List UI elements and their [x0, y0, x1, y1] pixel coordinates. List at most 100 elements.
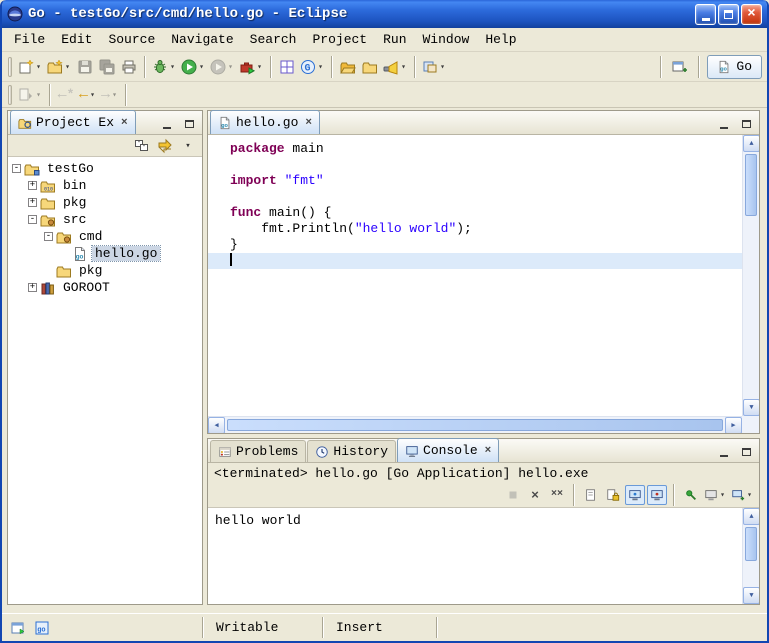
fast-view-icon[interactable]: [10, 620, 26, 636]
collapse-all-button[interactable]: --: [132, 137, 152, 155]
dropdown-icon[interactable]: ▾: [226, 62, 235, 72]
close-tab-icon[interactable]: ×: [305, 117, 312, 129]
tree-row[interactable]: + GOROOT: [8, 279, 202, 296]
editor-horizontal-scrollbar[interactable]: ◀ ▶: [208, 416, 742, 433]
dropdown-icon[interactable]: ▾: [745, 490, 754, 500]
dropdown-icon[interactable]: ▾: [255, 62, 264, 72]
expander-icon[interactable]: -: [28, 215, 37, 224]
tab-history[interactable]: History: [307, 440, 396, 462]
expander-icon[interactable]: +: [28, 198, 37, 207]
dropdown-icon[interactable]: ▾: [110, 90, 119, 100]
tree-row[interactable]: + pkg: [8, 194, 202, 211]
scroll-lock-button[interactable]: [603, 485, 623, 505]
menu-source[interactable]: Source: [100, 29, 163, 50]
debug-button[interactable]: ▾: [150, 55, 179, 79]
remove-all-launches-button[interactable]: ××: [547, 485, 567, 505]
scroll-down-button[interactable]: ▼: [743, 399, 759, 416]
print-button[interactable]: [118, 55, 140, 79]
dropdown-icon[interactable]: ▾: [718, 490, 727, 500]
dropdown-icon[interactable]: ▾: [63, 62, 72, 72]
remove-launch-button[interactable]: ×: [525, 485, 545, 505]
external-tools-button[interactable]: ▾: [237, 55, 266, 79]
tree-row[interactable]: pkg: [8, 262, 202, 279]
show-on-stdout-button[interactable]: [625, 485, 645, 505]
back-button[interactable]: ← ▾: [77, 83, 99, 107]
scroll-down-button[interactable]: ▼: [743, 587, 759, 604]
maximize-view-button[interactable]: [180, 116, 198, 132]
close-tab-icon[interactable]: ×: [485, 445, 492, 457]
search-button[interactable]: ▾: [381, 55, 410, 79]
scrollbar-thumb[interactable]: [745, 154, 757, 216]
menu-file[interactable]: File: [6, 29, 53, 50]
dropdown-icon[interactable]: ▾: [316, 62, 325, 72]
dropdown-icon[interactable]: ▾: [399, 62, 408, 72]
new-wizard-button[interactable]: ▾: [16, 55, 45, 79]
tree-row[interactable]: - testGo: [8, 160, 202, 177]
new-go-project-button[interactable]: [276, 55, 298, 79]
minimize-view-button[interactable]: [158, 116, 176, 132]
scroll-up-button[interactable]: ▲: [743, 135, 759, 152]
menu-project[interactable]: Project: [304, 29, 375, 50]
run-button[interactable]: ▾: [179, 55, 208, 79]
dropdown-icon[interactable]: ▾: [34, 90, 43, 100]
dropdown-icon[interactable]: ▾: [168, 62, 177, 72]
open-perspective-button[interactable]: [669, 55, 691, 79]
tab-project-explorer[interactable]: Project Ex ×: [10, 110, 136, 134]
dropdown-icon[interactable]: ▾: [88, 90, 97, 100]
team-button[interactable]: ▾: [420, 55, 449, 79]
console-output[interactable]: hello world: [208, 508, 759, 534]
last-edit-location-button[interactable]: ←*: [55, 83, 77, 107]
editor-vertical-scrollbar[interactable]: ▲ ▼: [742, 135, 759, 416]
menu-edit[interactable]: Edit: [53, 29, 100, 50]
tree-row[interactable]: + 010 bin: [8, 177, 202, 194]
menu-run[interactable]: Run: [375, 29, 414, 50]
minimize-button[interactable]: [695, 4, 716, 25]
tab-hello-go[interactable]: go hello.go ×: [210, 110, 320, 134]
import-button[interactable]: [337, 55, 359, 79]
titlebar[interactable]: Go - testGo/src/cmd/hello.go - Eclipse ×: [2, 0, 767, 28]
menu-navigate[interactable]: Navigate: [163, 29, 241, 50]
go-perspective-button[interactable]: go Go: [707, 55, 762, 79]
dropdown-icon[interactable]: ▾: [34, 62, 43, 72]
menu-help[interactable]: Help: [477, 29, 524, 50]
terminate-button[interactable]: [503, 485, 523, 505]
menu-search[interactable]: Search: [242, 29, 305, 50]
display-selected-console-button[interactable]: ▾: [703, 485, 728, 505]
toolbar-grip[interactable]: [8, 57, 12, 77]
tab-problems[interactable]: Problems: [210, 440, 306, 462]
save-all-button[interactable]: [96, 55, 118, 79]
console-vertical-scrollbar[interactable]: ▲ ▼: [742, 508, 759, 604]
close-button[interactable]: ×: [741, 4, 762, 25]
expander-icon[interactable]: -: [44, 232, 53, 241]
expander-icon[interactable]: +: [28, 181, 37, 190]
scrollbar-thumb[interactable]: [227, 419, 723, 431]
go-status-icon[interactable]: go: [34, 620, 50, 636]
export-button[interactable]: [359, 55, 381, 79]
open-console-button[interactable]: ▾: [730, 485, 755, 505]
forward-button[interactable]: → ▾: [99, 83, 121, 107]
minimize-view-button[interactable]: [715, 444, 733, 460]
link-with-editor-button[interactable]: [155, 137, 175, 155]
maximize-view-button[interactable]: [737, 444, 755, 460]
tab-console[interactable]: Console ×: [397, 438, 499, 462]
expander-icon[interactable]: +: [28, 283, 37, 292]
next-annotation-button[interactable]: ▾: [16, 83, 45, 107]
code-area[interactable]: package main import "fmt" func main() { …: [208, 135, 742, 416]
close-tab-icon[interactable]: ×: [121, 117, 128, 129]
scrollbar-thumb[interactable]: [745, 527, 757, 561]
tree-row-selected[interactable]: go hello.go: [8, 245, 202, 262]
toolbar-grip[interactable]: [8, 85, 12, 105]
save-button[interactable]: [74, 55, 96, 79]
minimize-view-button[interactable]: [715, 116, 733, 132]
run-last-tool-button[interactable]: ▾: [208, 55, 237, 79]
maximize-button[interactable]: [718, 4, 739, 25]
scroll-right-button[interactable]: ▶: [725, 417, 742, 433]
expander-icon[interactable]: -: [12, 164, 21, 173]
view-menu-button[interactable]: ▾: [178, 137, 198, 155]
dropdown-icon[interactable]: ▾: [197, 62, 206, 72]
go-button[interactable]: G ▾: [298, 55, 327, 79]
scroll-up-button[interactable]: ▲: [743, 508, 759, 525]
scroll-left-button[interactable]: ◀: [208, 417, 225, 433]
new-go-element-button[interactable]: ▾: [45, 55, 74, 79]
pin-console-button[interactable]: [681, 485, 701, 505]
